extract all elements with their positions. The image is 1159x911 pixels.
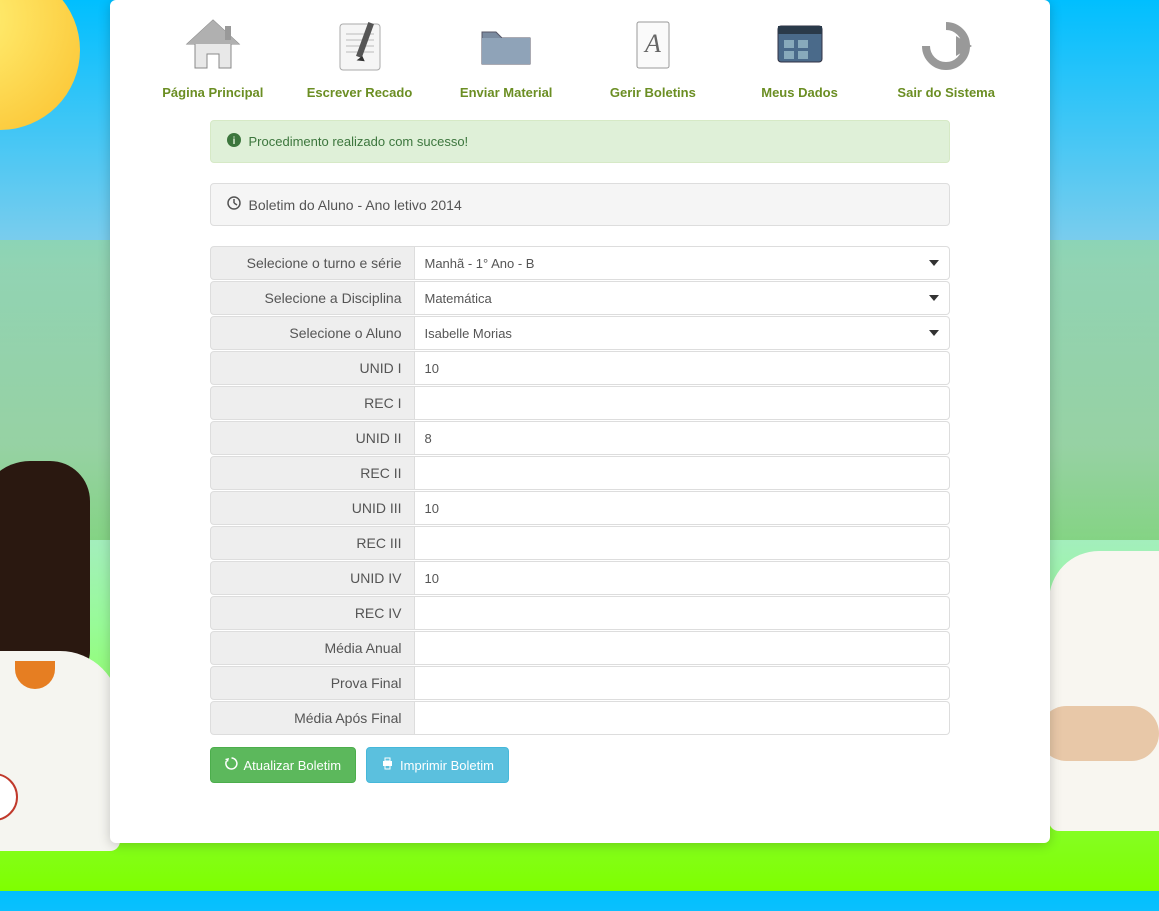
field-label: Média Após Final bbox=[210, 701, 415, 735]
decorative-sun bbox=[0, 0, 80, 130]
grade-input[interactable] bbox=[415, 351, 950, 385]
refresh-icon bbox=[225, 757, 238, 773]
field-label: UNID III bbox=[210, 491, 415, 525]
nav-label: Sair do Sistema bbox=[873, 85, 1020, 100]
nav-write[interactable]: Escrever Recado bbox=[286, 12, 433, 100]
turno-label: Selecione o turno e série bbox=[210, 246, 415, 280]
field-label: REC III bbox=[210, 526, 415, 560]
update-button[interactable]: Atualizar Boletim bbox=[210, 747, 357, 783]
main-panel: Página Principal Escrever Recado bbox=[110, 0, 1050, 843]
nav-label: Enviar Material bbox=[433, 85, 580, 100]
nav-upload[interactable]: Enviar Material bbox=[433, 12, 580, 100]
grade-input[interactable] bbox=[415, 596, 950, 630]
field-label: REC IV bbox=[210, 596, 415, 630]
info-icon: i bbox=[227, 133, 241, 150]
print-button[interactable]: Imprimir Boletim bbox=[366, 747, 509, 783]
grade-input[interactable] bbox=[415, 456, 950, 490]
nav-menu: Página Principal Escrever Recado bbox=[110, 0, 1050, 120]
svg-text:A: A bbox=[643, 29, 661, 58]
grade-input[interactable] bbox=[415, 421, 950, 455]
aluno-select[interactable]: Isabelle Morias bbox=[415, 316, 950, 350]
folder-icon bbox=[471, 12, 541, 77]
print-icon bbox=[381, 757, 394, 773]
nav-logout[interactable]: Sair do Sistema bbox=[873, 12, 1020, 100]
field-label: Média Anual bbox=[210, 631, 415, 665]
print-label: Imprimir Boletim bbox=[400, 758, 494, 773]
field-label: REC II bbox=[210, 456, 415, 490]
clock-icon bbox=[227, 196, 241, 213]
data-icon bbox=[765, 12, 835, 77]
turno-select[interactable]: Manhã - 1° Ano - B bbox=[415, 246, 950, 280]
field-label: REC I bbox=[210, 386, 415, 420]
nav-label: Página Principal bbox=[140, 85, 287, 100]
alert-text: Procedimento realizado com sucesso! bbox=[249, 134, 469, 149]
panel-heading: Boletim do Aluno - Ano letivo 2014 bbox=[210, 183, 950, 226]
field-label: UNID IV bbox=[210, 561, 415, 595]
nav-label: Meus Dados bbox=[726, 85, 873, 100]
field-label: UNID I bbox=[210, 351, 415, 385]
field-label: Prova Final bbox=[210, 666, 415, 700]
logout-icon bbox=[911, 12, 981, 77]
grade-input[interactable] bbox=[415, 561, 950, 595]
grade-input[interactable] bbox=[415, 491, 950, 525]
nav-label: Escrever Recado bbox=[286, 85, 433, 100]
success-alert: i Procedimento realizado com sucesso! bbox=[210, 120, 950, 163]
aluno-label: Selecione o Aluno bbox=[210, 316, 415, 350]
disciplina-label: Selecione a Disciplina bbox=[210, 281, 415, 315]
nav-mydata[interactable]: Meus Dados bbox=[726, 12, 873, 100]
nav-report[interactable]: A Gerir Boletins bbox=[580, 12, 727, 100]
grade-input[interactable] bbox=[415, 631, 950, 665]
svg-text:i: i bbox=[232, 136, 235, 147]
field-label: UNID II bbox=[210, 421, 415, 455]
content-area: i Procedimento realizado com sucesso! Bo… bbox=[110, 120, 1050, 783]
grade-input[interactable] bbox=[415, 386, 950, 420]
document-icon: A bbox=[618, 12, 688, 77]
grade-input[interactable] bbox=[415, 666, 950, 700]
update-label: Atualizar Boletim bbox=[244, 758, 342, 773]
nav-home[interactable]: Página Principal bbox=[140, 12, 287, 100]
write-icon bbox=[325, 12, 395, 77]
nav-label: Gerir Boletins bbox=[580, 85, 727, 100]
grade-input[interactable] bbox=[415, 701, 950, 735]
decorative-student-right bbox=[1049, 551, 1159, 901]
grade-input[interactable] bbox=[415, 526, 950, 560]
panel-title: Boletim do Aluno - Ano letivo 2014 bbox=[249, 197, 462, 213]
disciplina-select[interactable]: Matemática bbox=[415, 281, 950, 315]
home-icon bbox=[178, 12, 248, 77]
